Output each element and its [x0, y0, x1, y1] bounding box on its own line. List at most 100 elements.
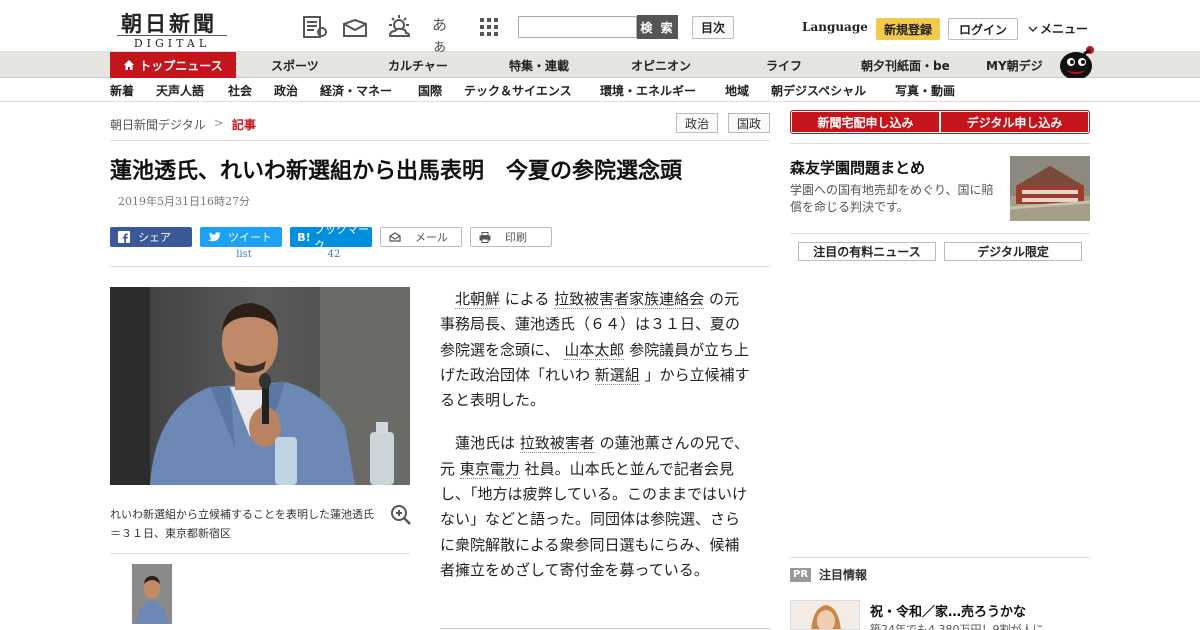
logo-subtitle: DIGITAL	[117, 35, 227, 50]
school-building-photo	[1010, 156, 1090, 221]
pr-section-header: PR 注目情報	[790, 566, 867, 583]
print-button[interactable]: 印刷	[470, 227, 552, 247]
nav-opinion[interactable]: オピニオン	[631, 52, 691, 78]
article-date: 2019年5月31日16時27分	[118, 195, 250, 208]
pr-title[interactable]: 祝・令和／家…売ろうかな	[870, 601, 1026, 620]
printer-icon	[479, 231, 491, 243]
share-label: シェア	[138, 231, 171, 244]
breadcrumb: 朝日新聞デジタル > 記事	[110, 116, 256, 133]
keyword-link[interactable]: 東京電力	[459, 459, 520, 479]
tweet-count[interactable]: list	[203, 249, 285, 260]
text-size-icon[interactable]: あぁ	[432, 14, 458, 55]
nav-environment[interactable]: 環境・エネルギー	[600, 78, 696, 102]
divider	[110, 140, 770, 141]
mail-tray-icon[interactable]	[342, 14, 368, 40]
paragraph-text: による	[504, 290, 550, 308]
mail-share-button[interactable]: メール	[380, 227, 462, 247]
nav-tenseijingo[interactable]: 天声人語	[156, 78, 204, 102]
nav-my-asadigi[interactable]: MY朝デジ	[986, 52, 1043, 78]
hatena-bookmark-button[interactable]: B! ブックマーク	[290, 223, 372, 252]
nav-regional[interactable]: 地域	[725, 78, 749, 102]
newspaper-icon[interactable]	[302, 14, 328, 40]
zoom-icon[interactable]	[390, 504, 412, 526]
signup-button[interactable]: 新規登録	[876, 18, 940, 40]
divider	[110, 266, 770, 267]
nav-politics[interactable]: 政治	[274, 78, 298, 102]
login-button[interactable]: ログイン	[948, 18, 1018, 40]
thumbnail-image	[132, 564, 172, 624]
photo-caption: れいわ新選組から立候補することを表明した蓮池透氏＝３１日、東京都新宿区	[110, 508, 374, 540]
pr-subtitle[interactable]: 築24年でも4,380万円！9割が人に	[870, 621, 1044, 630]
pr-image[interactable]	[790, 600, 860, 630]
tab-paid-news[interactable]: 注目の有料ニュース	[798, 242, 936, 261]
secondary-nav: 新着 天声人語 社会 政治 経済・マネー 国際 テック＆サイエンス 環境・エネル…	[0, 78, 1200, 102]
twitter-share-button[interactable]: ツイート	[200, 227, 282, 247]
article-paragraph: 北朝鮮 による 拉致被害者家族連絡会 の元事務局長、蓮池透氏（６４）は３１日、夏…	[440, 287, 750, 413]
mail-icon	[389, 232, 401, 242]
pr-thumbnail	[791, 601, 859, 629]
nav-tech-science[interactable]: テック＆サイエンス	[464, 78, 572, 102]
tag-national-politics[interactable]: 国政	[728, 113, 770, 133]
tweet-label: ツイート	[228, 231, 272, 244]
hatena-icon: B!	[297, 230, 311, 244]
nav-society[interactable]: 社会	[228, 78, 252, 102]
photo-thumbnail[interactable]	[132, 564, 172, 624]
nav-international[interactable]: 国際	[418, 78, 442, 102]
paper-subscribe-button[interactable]: 新聞宅配申し込み	[792, 112, 939, 132]
facebook-share-button[interactable]: シェア	[110, 227, 192, 247]
facebook-icon	[118, 231, 130, 243]
mascot-icon[interactable]	[1056, 44, 1096, 80]
weather-icon[interactable]	[386, 14, 412, 40]
toc-button[interactable]: 目次	[692, 16, 734, 39]
article-paragraph: 蓮池氏は 拉致被害者 の蓮池薫さんの兄で、元 東京電力 社員。山本氏と並んで記者…	[440, 431, 750, 583]
site-logo[interactable]: 朝日新聞 DIGITAL	[113, 8, 231, 50]
keyword-link[interactable]: 新選組	[594, 365, 640, 385]
keyword-link[interactable]: 北朝鮮	[455, 290, 501, 309]
tag-politics[interactable]: 政治	[676, 113, 718, 133]
nav-life[interactable]: ライフ	[766, 52, 802, 78]
bookmark-count[interactable]: 42	[293, 249, 375, 260]
breadcrumb-current: 記事	[231, 118, 256, 132]
twitter-icon	[207, 231, 221, 241]
keyword-link[interactable]: 拉致被害者	[519, 434, 595, 454]
pr-badge: PR	[790, 567, 812, 582]
article-photo[interactable]	[110, 287, 410, 485]
home-icon	[124, 60, 135, 70]
feature-title[interactable]: 森友学園問題まとめ	[790, 157, 925, 178]
feature-description[interactable]: 学園への国有地売却をめぐり、国に賠償を命じる判決です。	[790, 182, 1005, 216]
mail-label: メール	[415, 231, 448, 244]
grid-icon[interactable]	[476, 14, 502, 40]
logo-wordmark: 朝日新聞	[121, 11, 217, 36]
search-input[interactable]	[518, 16, 637, 38]
nav-latest[interactable]: 新着	[110, 78, 134, 102]
nav-label: トップニュース	[139, 58, 223, 73]
primary-nav: トップニュース スポーツ カルチャー 特集・連載 オピニオン ライフ 朝夕刊紙面…	[0, 52, 1200, 78]
divider	[440, 628, 770, 629]
language-link[interactable]: Language	[802, 20, 868, 34]
nav-top-news[interactable]: トップニュース	[110, 52, 236, 78]
nav-photo-video[interactable]: 写真・動画	[895, 78, 955, 102]
tab-digital-only[interactable]: デジタル限定	[944, 242, 1082, 261]
divider	[790, 143, 1090, 144]
keyword-link[interactable]: 拉致被害者家族連絡会	[554, 290, 705, 309]
print-label: 印刷	[505, 231, 527, 244]
nav-special[interactable]: 朝デジスペシャル	[771, 78, 866, 102]
article-headline: 蓮池透氏、れいわ新選組から出馬表明 今夏の参院選念頭	[110, 159, 683, 184]
menu-label: メニュー	[1040, 22, 1089, 36]
nav-economy[interactable]: 経済・マネー	[320, 78, 392, 102]
nav-print-edition[interactable]: 朝夕刊紙面・be	[861, 52, 950, 78]
digital-subscribe-button[interactable]: デジタル申し込み	[941, 112, 1088, 132]
menu-button[interactable]: メニュー	[1028, 20, 1088, 37]
nav-culture[interactable]: カルチャー	[388, 52, 448, 78]
nav-features[interactable]: 特集・連載	[509, 52, 569, 78]
breadcrumb-separator: >	[213, 116, 224, 130]
search-button[interactable]: 検 索	[637, 15, 678, 39]
chevron-down-icon	[1028, 25, 1038, 32]
article-body: 北朝鮮 による 拉致被害者家族連絡会 の元事務局長、蓮池透氏（６４）は３１日、夏…	[440, 287, 750, 601]
breadcrumb-home[interactable]: 朝日新聞デジタル	[110, 116, 206, 133]
nav-sports[interactable]: スポーツ	[271, 52, 319, 78]
subscribe-box: 新聞宅配申し込み デジタル申し込み	[790, 110, 1090, 134]
divider	[110, 553, 410, 554]
keyword-link[interactable]: 山本太郎	[564, 340, 625, 360]
feature-image[interactable]	[1010, 156, 1090, 221]
